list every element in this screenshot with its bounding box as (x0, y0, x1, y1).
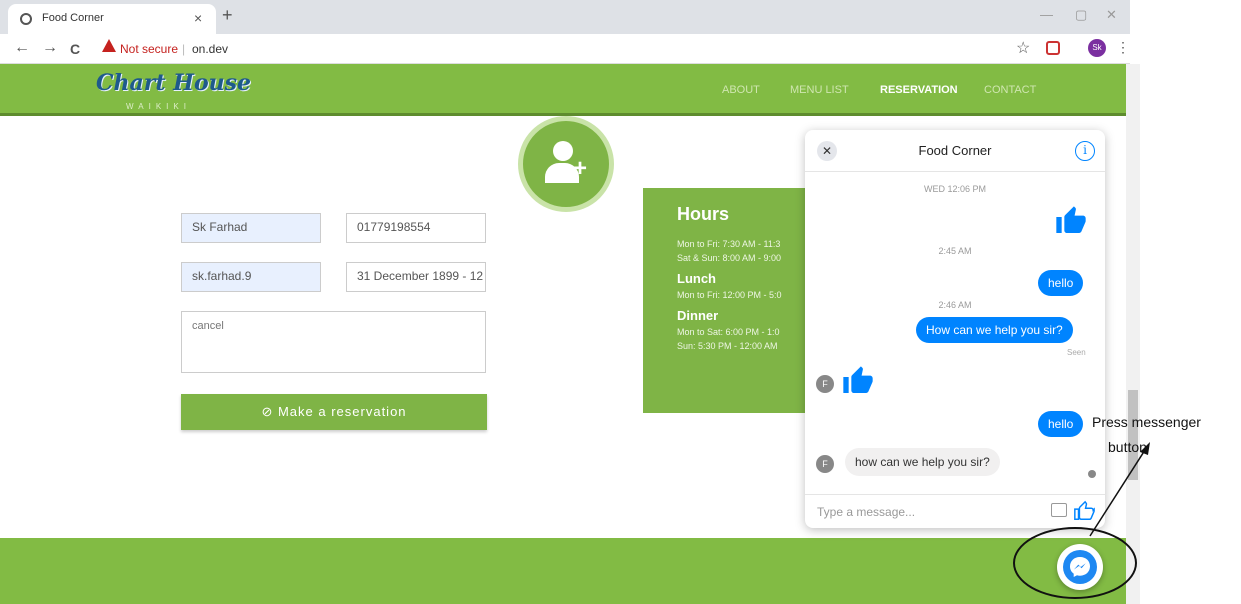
site-header: Chart House WAIKIKI ABOUT MENU LIST RESE… (0, 64, 1126, 116)
hours-panel: Hours Mon to Fri: 7:30 AM - 11:3 Sat & S… (643, 188, 813, 413)
browser-tab[interactable]: Food Corner × (8, 4, 216, 34)
chat-header: ✕ Food Corner i (805, 130, 1105, 172)
add-user-icon: + (518, 116, 614, 212)
browser-tab-bar: Food Corner × + — ▢ ✕ (0, 0, 1130, 34)
dinner-title: Dinner (677, 308, 719, 323)
image-icon[interactable] (1051, 503, 1067, 517)
back-button[interactable]: ← (14, 39, 30, 57)
annotation-text: Press messenger (1092, 414, 1201, 430)
tab-title: Food Corner (42, 12, 104, 24)
globe-icon (20, 13, 32, 25)
dinner-line: Mon to Sat: 6:00 PM - 1:0 (677, 327, 780, 337)
contact-avatar: F (816, 455, 834, 473)
site-logo-subtitle: WAIKIKI (126, 102, 191, 111)
message-timestamp: 2:45 AM (938, 246, 972, 256)
screenshot-root: Food Corner × + — ▢ ✕ ← → C Not secure |… (0, 0, 1241, 604)
minimize-button[interactable]: — (1040, 7, 1053, 22)
message-bubble-sent[interactable]: How can we help you sir? (916, 317, 1073, 343)
message-bubble-sent[interactable]: hello (1038, 270, 1084, 296)
address-bar: ← → C Not secure | on.dev ☆ Sk ⋮ (0, 34, 1130, 64)
name-field[interactable]: Sk Farhad (181, 213, 321, 243)
messenger-chat-window: ✕ Food Corner i WED 12:06 PM 2:45 AM hel… (805, 130, 1105, 528)
close-window-button[interactable]: ✕ (1106, 7, 1117, 23)
message-timestamp: WED 12:06 PM (923, 184, 987, 194)
nav-reservation[interactable]: RESERVATION (880, 84, 958, 96)
tab-close-icon[interactable]: × (194, 10, 202, 26)
contact-avatar: F (816, 375, 834, 393)
maximize-button[interactable]: ▢ (1075, 7, 1087, 23)
message-timestamp: 2:46 AM (938, 300, 972, 310)
annotation-arrow (1089, 442, 1150, 537)
url-separator: | (182, 42, 186, 56)
new-tab-button[interactable]: + (222, 5, 233, 26)
dinner-line: Sun: 5:30 PM - 12:00 AM (677, 341, 778, 351)
lunch-line: Mon to Fri: 12:00 PM - 5:0 (677, 290, 782, 300)
nav-about[interactable]: ABOUT (722, 84, 760, 96)
phone-field[interactable]: 01779198554 (346, 213, 486, 243)
url-input[interactable]: on.dev (192, 42, 228, 56)
message-bubble-sent[interactable]: hello (1038, 411, 1084, 437)
message-input[interactable]: Type a message... (817, 505, 915, 519)
make-reservation-button[interactable]: ⊘ Make a reservation (181, 394, 487, 430)
plus-icon: + (573, 155, 588, 182)
profile-avatar[interactable]: Sk (1088, 39, 1106, 57)
message-textarea[interactable]: cancel (181, 311, 486, 373)
bookmark-star-icon[interactable]: ☆ (1016, 38, 1030, 58)
chat-input-bar: Type a message... (805, 494, 1105, 528)
warning-icon (102, 39, 116, 52)
annotation-text: button (1108, 439, 1147, 455)
forward-button[interactable]: → (42, 39, 58, 57)
hours-line: Mon to Fri: 7:30 AM - 11:3 (677, 239, 781, 249)
site-footer (0, 538, 1126, 604)
browser-menu-icon[interactable]: ⋮ (1116, 39, 1130, 56)
nav-contact[interactable]: CONTACT (984, 84, 1036, 96)
security-warning[interactable]: Not secure (120, 42, 178, 56)
email-field[interactable]: sk.farhad.9 (181, 262, 321, 292)
hours-title: Hours (677, 204, 730, 224)
lunch-title: Lunch (677, 271, 716, 286)
extension-icon[interactable] (1046, 41, 1060, 55)
info-icon[interactable]: i (1075, 141, 1095, 161)
thumbs-up-icon (1056, 206, 1086, 233)
hours-line: Sat & Sun: 8:00 AM - 9:00 (677, 253, 782, 263)
chat-title[interactable]: Food Corner (805, 143, 1105, 158)
message-bubble-received[interactable]: how can we help you sir? (845, 448, 1000, 476)
nav-menu-list[interactable]: MENU LIST (790, 84, 849, 96)
seen-indicator: Seen (1067, 348, 1086, 357)
reload-button[interactable]: C (70, 41, 80, 57)
thumbs-up-icon (843, 366, 873, 393)
site-logo[interactable]: Chart House (96, 70, 251, 96)
user-head-shape (553, 141, 573, 161)
date-field[interactable]: 31 December 1899 - 12 (346, 262, 486, 292)
